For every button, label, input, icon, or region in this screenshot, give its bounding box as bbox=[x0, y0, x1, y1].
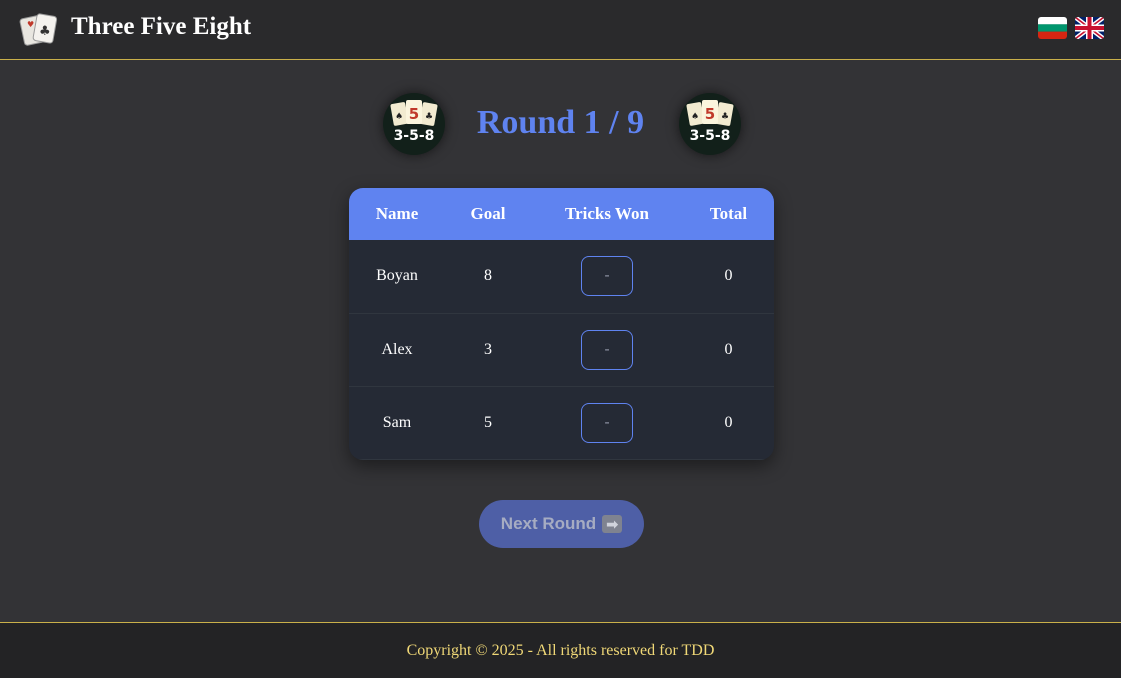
player-goal: 3 bbox=[445, 313, 531, 387]
svg-text:♣: ♣ bbox=[39, 24, 51, 39]
player-total: 0 bbox=[683, 313, 774, 387]
badge-card: 5 bbox=[705, 105, 715, 123]
cards-358-icon: ♠ ♣ 5 3-5-8 bbox=[686, 100, 734, 144]
player-name: Boyan bbox=[349, 240, 445, 314]
svg-text:♥: ♥ bbox=[27, 20, 34, 29]
player-total: 0 bbox=[683, 386, 774, 460]
tricks-cell bbox=[531, 386, 683, 460]
column-header-total: Total bbox=[683, 188, 774, 240]
language-en-button[interactable] bbox=[1075, 17, 1104, 39]
round-header: ♠ ♣ 5 3-5-8 Round 1 / 9 ♠ ♣ 5 3-5-8 bbox=[0, 93, 1121, 157]
player-goal: 8 bbox=[445, 240, 531, 314]
player-name: Sam bbox=[349, 386, 445, 460]
app-footer: Copyright © 2025 - All rights reserved f… bbox=[0, 622, 1121, 678]
column-header-goal: Goal bbox=[445, 188, 531, 240]
column-header-name: Name bbox=[349, 188, 445, 240]
bulgarian-flag-icon bbox=[1038, 17, 1067, 39]
player-total: 0 bbox=[683, 240, 774, 314]
tricks-cell bbox=[531, 313, 683, 387]
table-header-row: Name Goal Tricks Won Total bbox=[349, 188, 774, 240]
table-row: Alex 3 0 bbox=[349, 313, 774, 387]
game-badge-right: ♠ ♣ 5 3-5-8 bbox=[679, 93, 741, 155]
right-arrow-icon: ➡ bbox=[602, 515, 623, 533]
app-header: ♥ ♣ Three Five Eight bbox=[0, 0, 1121, 60]
uk-flag-icon bbox=[1075, 17, 1104, 39]
language-bg-button[interactable] bbox=[1038, 17, 1067, 39]
player-goal: 5 bbox=[445, 386, 531, 460]
table-row: Boyan 8 0 bbox=[349, 240, 774, 314]
svg-text:♣: ♣ bbox=[721, 112, 729, 122]
table-row: Sam 5 0 bbox=[349, 386, 774, 460]
player-name: Alex bbox=[349, 313, 445, 387]
tricks-cell bbox=[531, 240, 683, 314]
column-header-tricks-won: Tricks Won bbox=[531, 188, 683, 240]
svg-text:♠: ♠ bbox=[691, 112, 699, 122]
app-title: Three Five Eight bbox=[71, 13, 252, 40]
tricks-won-input[interactable] bbox=[581, 256, 633, 297]
score-table: Name Goal Tricks Won Total Boyan 8 0 Ale… bbox=[349, 188, 774, 460]
next-round-label: Next Round bbox=[500, 514, 597, 533]
tricks-won-input[interactable] bbox=[581, 329, 633, 370]
tricks-won-input[interactable] bbox=[581, 402, 633, 443]
next-round-button[interactable]: Next Round ➡ bbox=[479, 500, 644, 548]
badge-label: 3-5-8 bbox=[690, 128, 731, 144]
score-table-card: Name Goal Tricks Won Total Boyan 8 0 Ale… bbox=[349, 188, 774, 460]
round-title: Round 1 / 9 bbox=[476, 104, 645, 141]
playing-cards-icon: ♥ ♣ bbox=[19, 13, 58, 46]
copyright-text: Copyright © 2025 - All rights reserved f… bbox=[406, 641, 715, 659]
